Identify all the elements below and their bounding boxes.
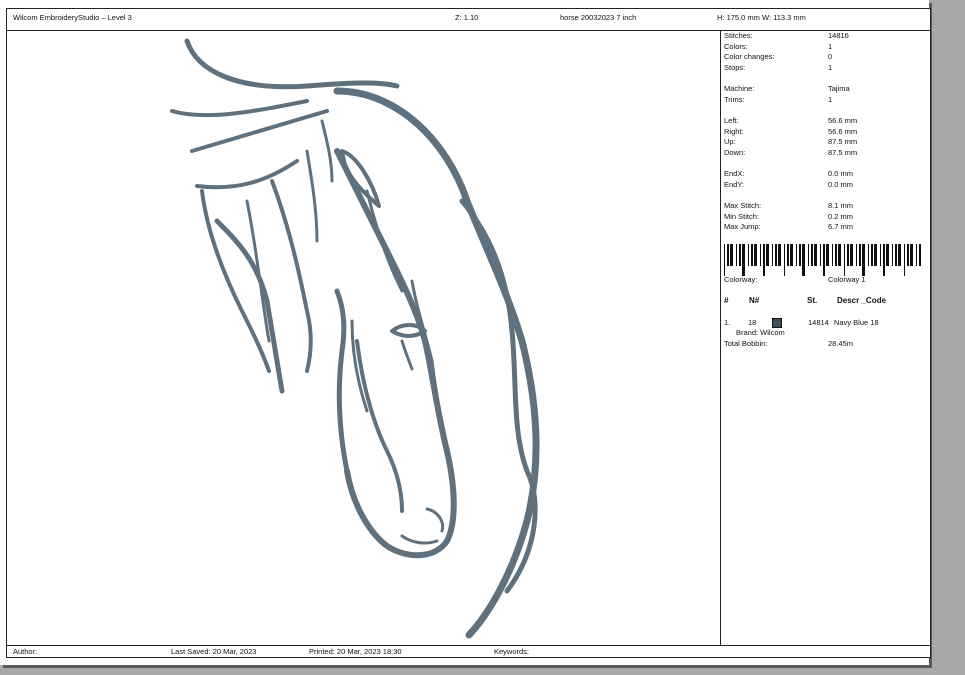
design-name: horse 20032023 7 inch	[560, 13, 637, 22]
worksheet-frame: Wilcom EmbroideryStudio – Level 3 Z: 1.1…	[6, 8, 931, 658]
design-preview	[7, 31, 721, 645]
keywords-field: Keywords:	[494, 647, 530, 656]
color-swatch	[772, 318, 782, 328]
horse-embroidery-design	[170, 38, 540, 639]
print-preview-page: Wilcom EmbroideryStudio – Level 3 Z: 1.1…	[0, 0, 931, 665]
last-saved: Last Saved: 20 Mar, 2023	[171, 647, 257, 656]
zoom-level: Z: 1.10	[455, 13, 479, 22]
worksheet-header: Wilcom EmbroideryStudio – Level 3 Z: 1.1…	[7, 9, 930, 31]
barcode	[724, 244, 921, 276]
design-size: H: 175.0 mm W: 113.3 mm	[717, 13, 806, 22]
worksheet-footer: Author: Last Saved: 20 Mar, 2023 Printed…	[7, 645, 930, 657]
app-title: Wilcom EmbroideryStudio – Level 3	[13, 13, 132, 22]
printed-date: Printed: 20 Mar, 2023 18:30	[309, 647, 402, 656]
author-field: Author:	[13, 647, 38, 656]
thread-brand: Brand: Wilcom	[736, 328, 785, 337]
